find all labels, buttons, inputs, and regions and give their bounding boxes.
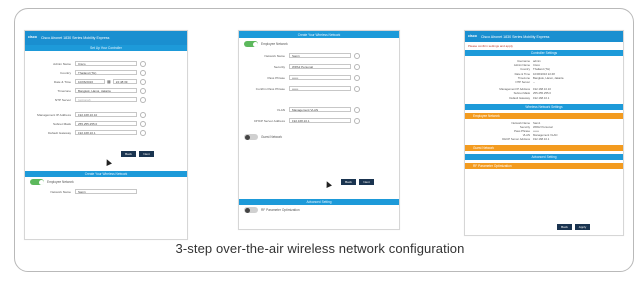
check-icon [140,96,146,103]
network-name-input[interactable]: Sam1 [75,189,137,194]
form-row: Timezone Bangkok, Hanoi, Jakarta [25,86,187,95]
default-gateway-input[interactable]: 192.168.10.1 [75,130,137,135]
check-icon [140,120,146,127]
cisco-logo: cisco [28,35,37,40]
back-button[interactable]: Back [121,151,136,157]
back-button[interactable]: Back [557,224,572,230]
back-button[interactable]: Back [341,179,356,185]
section-title: Advanced Setting [465,153,623,160]
form-row: Subnet Mask 255.255.255.0 [25,119,187,128]
form-row: Confirm Pass Phrase •••••• [239,83,399,94]
employee-network-row: Employee Network [239,38,399,50]
form-row: Pass Phrase •••••• [239,72,399,83]
check-icon [354,52,360,59]
employee-network-toggle[interactable] [30,179,44,185]
check-icon [140,69,146,76]
check-icon [354,85,360,92]
app-title: Cisco Aironet 1830 Series Mobility Expre… [480,34,550,39]
country-select[interactable]: Thailand (TH) [75,70,137,75]
button-group: Back Next [341,179,374,185]
calendar-icon[interactable]: ▦ [107,79,111,84]
guest-network-row: Guest Network [239,132,399,142]
app-header: cisco Cisco Aironet 1830 Series Mobility… [465,31,623,42]
form-row: Country Thailand (TH) [25,68,187,77]
next-button[interactable]: Next [359,179,374,185]
screenshot-step2: Create Your Wireless Network Employee Ne… [238,30,400,230]
check-icon [140,60,146,67]
rf-optimization-heading: RF Parameter Optimization [465,162,623,169]
section-title: Wireless Network Settings [465,103,623,110]
pass-phrase-input[interactable]: •••••• [289,75,351,80]
vlan-select[interactable]: Management VLAN [289,107,351,112]
rf-optimization-row: RF Parameter Optimization [239,205,399,215]
subnet-mask-input[interactable]: 255.255.255.0 [75,121,137,126]
ntp-server-input[interactable]: (optional) [75,97,137,102]
button-group: Back Apply [557,224,590,230]
form-row: Network Name Sam1 [239,50,399,61]
confirm-note: Please confirm settings and apply [468,44,513,48]
employee-network-toggle[interactable] [244,41,258,47]
button-group: Back Next [121,151,154,157]
form-row: Management IP Address 192.168.10.10 [25,110,187,119]
app-title: Cisco Aironet 1830 Series Mobility Expre… [40,36,110,40]
check-icon [354,63,360,70]
cisco-logo: cisco [468,33,477,38]
figure-caption: 3-step over-the-air wireless network con… [175,241,465,256]
employee-network-row: Employee Network [25,177,187,187]
guest-network-heading: Guest Network [465,144,623,151]
summary-row: DHCP Server Address 192.168.10.1 [502,137,550,142]
form-row: NTP Server (optional) [25,95,187,104]
check-icon [354,74,360,81]
admin-name-input[interactable]: Cisco [75,61,137,66]
app-header: cisco Cisco Aironet 1830 Series Mobility… [25,31,187,45]
form-row: Security WPA2 Personal [239,61,399,72]
mouse-cursor-icon [104,158,112,166]
network-name-input[interactable]: Sam1 [289,53,351,58]
check-icon [354,106,360,113]
check-icon [140,111,146,118]
form-row: Network Name Sam1 [25,187,187,196]
form-row: DHCP Server Address 192.168.10.1 [239,115,399,126]
apply-button[interactable]: Apply [575,224,590,230]
dhcp-server-input[interactable]: 192.168.10.1 [289,118,351,123]
screenshot-step1: cisco Cisco Aironet 1830 Series Mobility… [24,30,188,240]
timezone-select[interactable]: Bangkok, Hanoi, Jakarta [75,88,137,93]
mouse-cursor-icon [324,180,332,188]
screenshot-step3: cisco Cisco Aironet 1830 Series Mobility… [464,30,624,236]
time-input[interactable]: 22:48:39 [112,79,137,84]
form-row: Default Gateway 192.168.10.1 [25,128,187,137]
rf-optimization-toggle[interactable] [244,207,258,213]
check-icon [354,117,360,124]
check-icon [140,129,146,136]
guest-network-toggle[interactable] [244,134,258,140]
security-select[interactable]: WPA2 Personal [289,64,351,69]
form-row: Admin Name Cisco [25,59,187,68]
check-icon [140,87,146,94]
check-icon [139,78,146,85]
management-ip-input[interactable]: 192.168.10.10 [75,112,137,117]
date-input[interactable]: 10/06/2016 [75,79,105,84]
confirm-pass-phrase-input[interactable]: •••••• [289,86,351,91]
section-title: Create Your Wireless Network [239,31,399,38]
form-row: VLAN Management VLAN [239,104,399,115]
next-button[interactable]: Next [139,151,154,157]
form-row: Date & Time 10/06/2016 ▦ 22:48:39 [25,77,187,86]
